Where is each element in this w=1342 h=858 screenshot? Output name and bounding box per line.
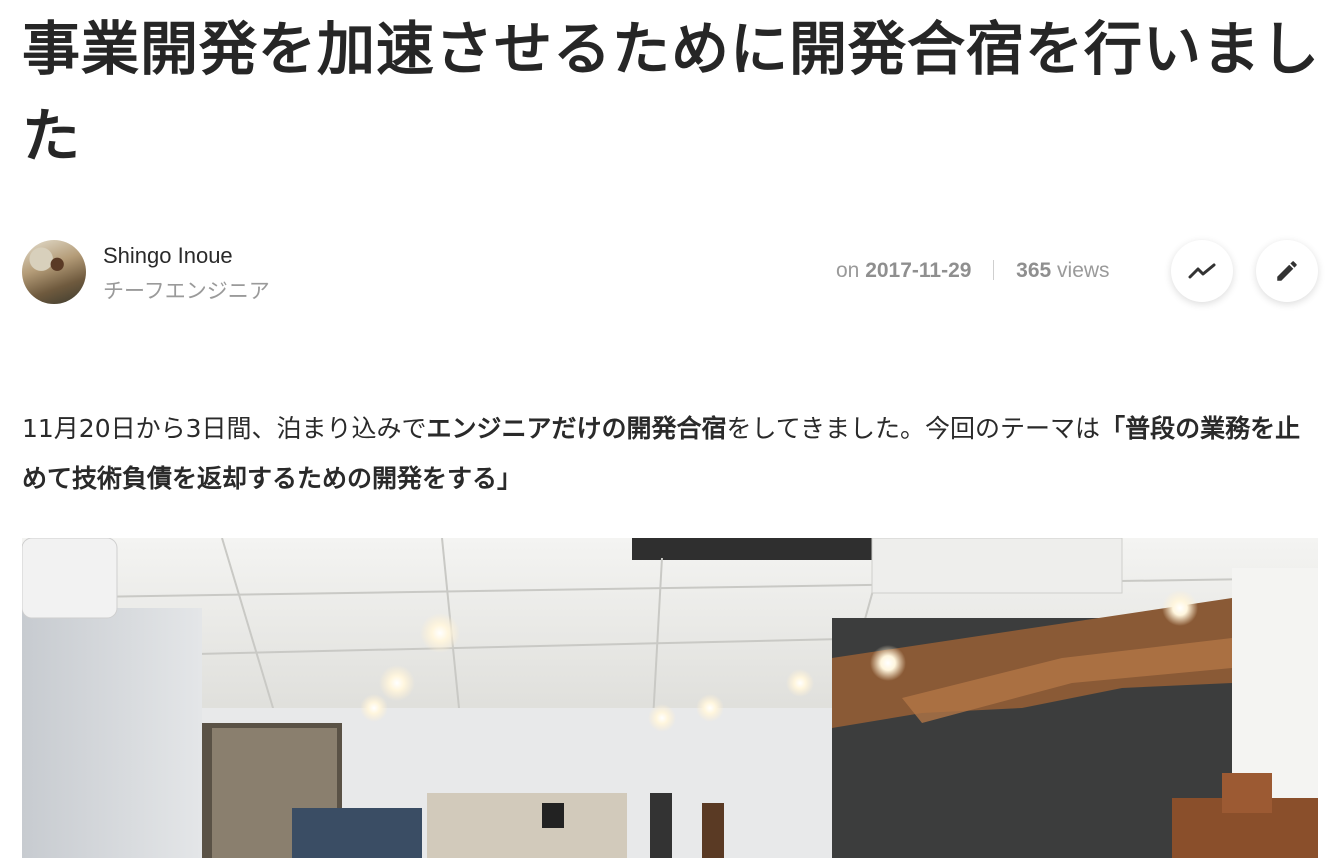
author-name[interactable]: Shingo Inoue xyxy=(103,243,233,269)
intro-paragraph: 11月20日から3日間、泊まり込みでエンジニアだけの開発合宿をしてきました。今回… xyxy=(22,404,1322,504)
meta-divider xyxy=(993,260,995,280)
article-meta: on 2017-11-29 365 views xyxy=(836,259,1110,283)
views-count: 365 xyxy=(1016,259,1052,282)
intro-bold-1: エンジニアだけの開発合宿 xyxy=(426,414,727,443)
hero-photo xyxy=(22,538,1318,858)
pencil-icon xyxy=(1277,261,1297,281)
article-title: 事業開発を加速させるために開発合宿を行いました xyxy=(22,15,1321,170)
publish-date: 2017-11-29 xyxy=(865,259,972,282)
date-prefix: on xyxy=(836,259,860,282)
views-label: views xyxy=(1057,259,1110,282)
intro-text-2: をしてきました。今回のテーマは xyxy=(726,414,1101,443)
edit-button[interactable] xyxy=(1256,240,1318,302)
article-page: 事業開発を加速させるために開発合宿を行いました Shingo Inoue チーフ… xyxy=(0,0,1342,858)
trend-icon xyxy=(1188,263,1216,279)
author-role: チーフエンジニア xyxy=(103,279,270,303)
author-avatar[interactable] xyxy=(22,240,86,304)
trend-button[interactable] xyxy=(1171,240,1233,302)
room-illustration xyxy=(22,538,1318,858)
intro-text-1: 11月20日から3日間、泊まり込みで xyxy=(22,414,427,443)
